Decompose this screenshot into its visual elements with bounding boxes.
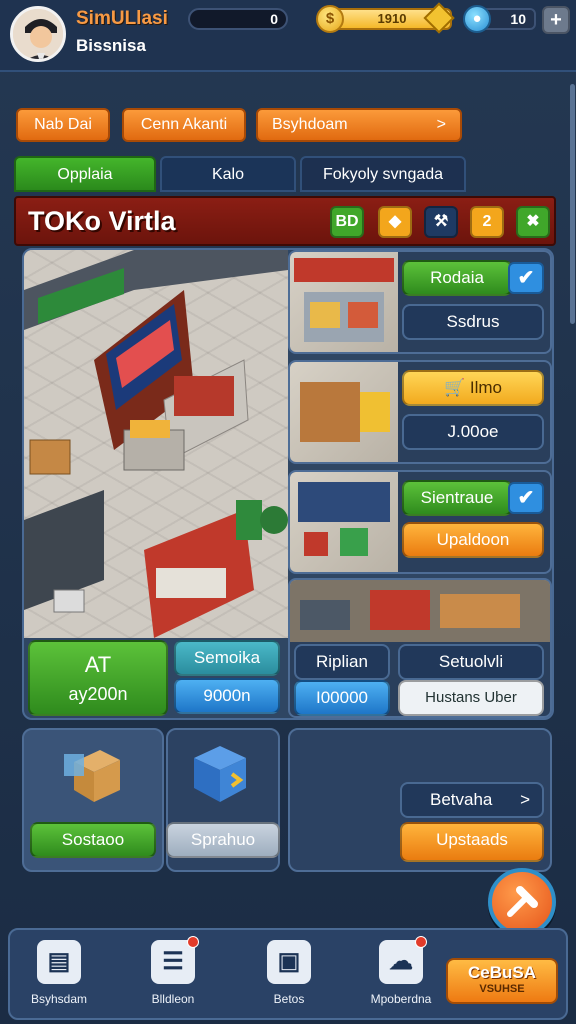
panel-2-image xyxy=(290,362,398,462)
cta-line-2: VSUHSE xyxy=(479,983,525,995)
panel-3-bottom-button[interactable]: Upaldoon xyxy=(402,522,544,558)
at-title: AT xyxy=(84,652,112,677)
betvaha-button[interactable]: Betvaha > xyxy=(400,782,544,818)
boxes-icon: ▣ xyxy=(267,940,311,984)
panel-4-right-value[interactable]: Hustans Uber xyxy=(398,680,544,716)
at-button[interactable]: AT ay200n xyxy=(28,640,168,716)
hammer-icon[interactable] xyxy=(488,868,556,936)
tab-2[interactable]: Kalo xyxy=(160,156,296,192)
level-badge[interactable]: 2 xyxy=(470,206,504,238)
option-panel-2: 🛒 Ilmo J.00oe xyxy=(288,360,552,464)
storage-card[interactable]: Sprahuo xyxy=(166,728,280,872)
close-icon[interactable]: ✖ xyxy=(516,206,550,238)
clipboard-icon: ☰ xyxy=(151,936,199,984)
add-currency-button[interactable]: + xyxy=(542,6,570,34)
build-tool-icon xyxy=(507,886,538,917)
nav-item-clipboard[interactable]: ☰ Blldleon xyxy=(128,936,218,1006)
action-button-2[interactable]: Cenn Akanti xyxy=(122,108,246,142)
panel-2-top-button[interactable]: 🛒 Ilmo xyxy=(402,370,544,406)
xp-bar: 0 xyxy=(188,8,288,30)
store-illustration xyxy=(24,250,288,638)
option-panel-1: Rodaia ✔ Ssdrus xyxy=(288,250,552,354)
betvaha-label: Betvaha xyxy=(430,790,493,809)
nav-label-store: Bsyhsdam xyxy=(30,992,88,1006)
action-button-3[interactable]: Bsyhdoam > xyxy=(256,108,462,142)
game-title: SimULlasi xyxy=(76,8,168,29)
nav-item-store[interactable]: ▤ Bsyhsdam xyxy=(14,940,104,1006)
store-title: TOKo Virtla xyxy=(28,206,176,236)
nav-label-clipboard: Blldleon xyxy=(151,992,195,1006)
tab-3[interactable]: Fokyoly svngada xyxy=(300,156,466,192)
panel-1-bottom-button[interactable]: Ssdrus xyxy=(402,304,544,340)
at-value: ay200n xyxy=(68,684,128,704)
cta-button[interactable]: CeBuSA VSUHSE xyxy=(446,958,558,1004)
store-banner: TOKo Virtla BD ◆ ⚒ 2 ✖ xyxy=(14,196,556,246)
game-subtitle: Bissnisa xyxy=(76,36,146,55)
chevron-right-icon: > xyxy=(520,790,530,809)
panel-4-left-value[interactable]: I00000 xyxy=(294,680,390,716)
teal-option-button[interactable]: Semoika xyxy=(174,640,280,676)
store-scene[interactable] xyxy=(24,250,288,638)
cart-icon: 🛒 xyxy=(443,378,470,397)
panel-4-right-label[interactable]: Setuolvli xyxy=(398,644,544,680)
tab-1[interactable]: Opplaia xyxy=(14,156,156,192)
nav-label-boxes: Betos xyxy=(273,992,305,1006)
action-button-3-label: Bsyhdoam xyxy=(272,116,348,133)
panel-2-top-label: Ilmo xyxy=(469,378,502,397)
chat-icon: ☁ xyxy=(379,936,427,984)
xp-value: 0 xyxy=(270,11,278,27)
panel-4-left-label[interactable]: Riplian xyxy=(294,644,390,680)
chevron-right-icon: > xyxy=(436,116,446,133)
coin-icon: $ xyxy=(316,5,344,33)
storage-button[interactable]: Sprahuo xyxy=(166,822,280,858)
panel-1-top-button[interactable]: Rodaia xyxy=(402,260,512,296)
diamond-icon[interactable]: ◆ xyxy=(378,206,412,238)
tools-icon[interactable]: ⚒ xyxy=(424,206,458,238)
action-button-1[interactable]: Nab Dai xyxy=(16,108,110,142)
checkmark-icon[interactable]: ✔ xyxy=(508,482,544,514)
upgrade-button[interactable]: Upstaads xyxy=(400,822,544,862)
panel-1-image xyxy=(290,252,398,352)
blue-gem-icon: ● xyxy=(463,5,491,33)
panel-2-bottom-button[interactable]: J.00oe xyxy=(402,414,544,450)
package-card[interactable]: Sostaoo xyxy=(22,728,164,872)
store-icon: ▤ xyxy=(37,940,81,984)
panel-3-image xyxy=(290,472,398,572)
nav-label-chat: Mpoberdna xyxy=(370,992,432,1006)
actions-card: Betvaha > Upstaads xyxy=(288,728,552,872)
storage-cube-icon xyxy=(194,746,246,802)
blue-value-button[interactable]: 9000n xyxy=(174,678,280,714)
checkmark-icon[interactable]: ✔ xyxy=(508,262,544,294)
cash-icon[interactable]: BD xyxy=(330,206,364,238)
nav-item-boxes[interactable]: ▣ Betos xyxy=(244,940,334,1006)
package-button[interactable]: Sostaoo xyxy=(30,822,156,858)
avatar[interactable] xyxy=(10,6,66,62)
panel-4-image xyxy=(290,580,550,642)
panel-3-top-button[interactable]: Sientraue xyxy=(402,480,512,516)
option-panel-4: Riplian I00000 Setuolvli Hustans Uber xyxy=(288,578,552,718)
cta-line-1: CeBuSA xyxy=(467,963,536,982)
nav-item-chat[interactable]: ☁ Mpoberdna xyxy=(356,936,446,1006)
scrollbar[interactable] xyxy=(570,84,575,324)
option-panel-3: Sientraue ✔ Upaldoon xyxy=(288,470,552,574)
package-icon xyxy=(64,750,120,802)
